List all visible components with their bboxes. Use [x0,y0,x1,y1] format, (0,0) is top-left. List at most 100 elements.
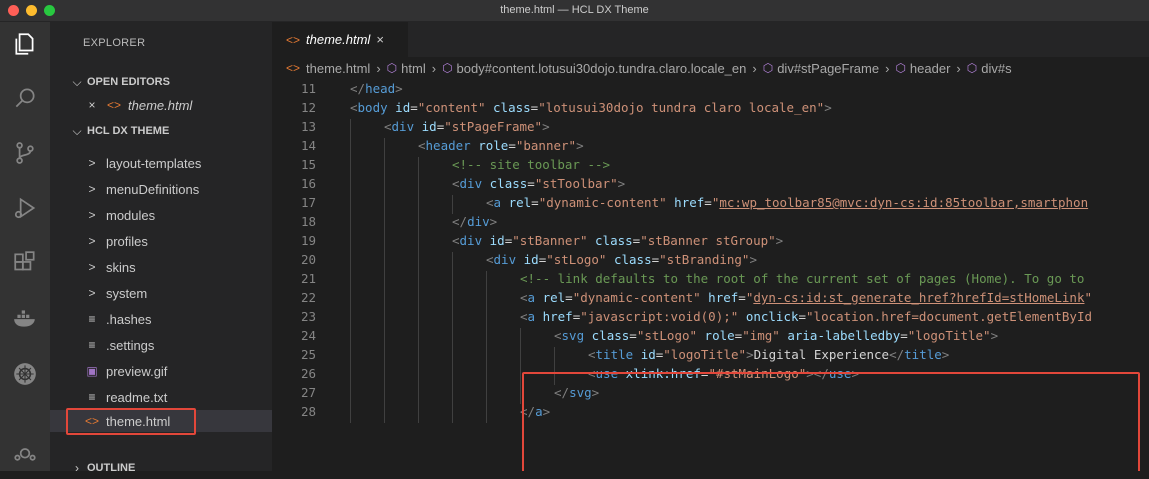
line-number: 24 [300,328,316,343]
breadcrumb-item[interactable]: html [401,61,426,76]
code-token: id [421,119,437,134]
code-line[interactable]: 23 <a href="javascript:void(0);" onclick=… [272,307,1149,328]
element-icon: ⬡ [762,61,774,75]
code-line[interactable]: 14 <header role="banner"> [272,136,1149,157]
chevron-right-icon: › [75,461,79,475]
tree-item-label: .hashes [106,311,152,327]
code-line[interactable]: 25 <title id="logoTitle">Digital Experien… [272,345,1149,366]
docker-icon[interactable] [0,296,50,340]
folder-layout-templates[interactable]: > layout-templates [50,152,272,174]
line-number: 27 [300,385,316,400]
code-token: <!-- site toolbar --> [452,157,611,172]
folder-skins[interactable]: > skins [50,256,272,278]
text-file-icon: ≡ [88,338,96,352]
code-content: <a rel="dynamic-content" href="mc:wp_too… [350,195,1088,214]
code-line[interactable]: 24 <svg class="stLogo" role="img" aria-la… [272,326,1149,347]
chevron-right-icon: › [376,60,381,76]
file-hashes[interactable]: ≡ .hashes [50,308,272,330]
file-settings[interactable]: ≡ .settings [50,334,272,356]
code-token: > [489,214,498,229]
explorer-icon[interactable] [0,22,50,66]
code-token: = [704,195,712,210]
breadcrumb-item[interactable]: div#s [981,61,1011,76]
code-token: id [523,252,539,267]
code-token: href [708,290,739,305]
extensions-icon[interactable] [0,241,50,285]
image-file-icon: ▣ [86,364,98,378]
explorer-sidebar: EXPLORER ⌵ OPEN EDITORS × <> theme.html … [50,22,272,475]
workspace-folder-label: HCL DX THEME [87,125,170,137]
line-number: 20 [300,252,316,267]
code-token: < [452,233,460,248]
code-content: </div> [350,214,498,233]
code-line[interactable]: 19 <div id="stBanner" class="stBanner stG… [272,231,1149,252]
search-icon[interactable] [0,76,50,120]
code-token: = [527,176,535,191]
code-token: > [746,347,754,362]
run-debug-icon[interactable] [0,186,50,230]
code-token: svg [561,328,592,343]
code-token: title [595,347,641,362]
code-token: "stBranding" [659,252,750,267]
code-line[interactable]: 12 <body id="content" class="lotusui30doj… [272,98,1149,117]
file-readme-txt[interactable]: ≡ readme.txt [50,386,272,408]
code-token: < [520,290,528,305]
line-number: 11 [300,81,316,96]
code-line[interactable]: 21 <!-- link defaults to the root of the … [272,269,1149,290]
kubernetes-icon[interactable] [0,352,50,396]
hcl-dx-theme-section[interactable]: ⌵ HCL DX THEME [50,120,272,142]
source-control-icon[interactable] [0,131,50,175]
code-content: <!-- site toolbar --> [350,157,611,176]
open-editors-section[interactable]: ⌵ OPEN EDITORS [50,71,272,93]
code-line[interactable]: 15 <!-- site toolbar --> [272,155,1149,176]
code-token: > [395,81,403,96]
code-token: div [391,119,422,134]
code-line[interactable]: 18 </div> [272,212,1149,233]
folder-profiles[interactable]: > profiles [50,230,272,252]
code-token: < [554,328,562,343]
code-token: = [531,195,539,210]
code-line[interactable]: 20 <div id="stLogo" class="stBranding"> [272,250,1149,271]
code-line[interactable]: 13 <div id="stPageFrame"> [272,117,1149,138]
code-token: < [418,138,426,153]
code-token: "stLogo" [636,328,705,343]
file-preview-gif[interactable]: ▣ preview.gif [50,360,272,382]
code-content: </a> [350,404,550,423]
open-editor-item-theme-html[interactable]: × <> theme.html [50,94,272,116]
outline-section[interactable]: › OUTLINE [50,457,272,479]
breadcrumb-item[interactable]: theme.html [306,61,370,76]
breadcrumb-item[interactable]: div#stPageFrame [777,61,879,76]
breadcrumb-item[interactable]: header [910,61,950,76]
tree-item-label: .settings [106,337,155,353]
folder-menu-definitions[interactable]: > menuDefinitions [50,178,272,200]
code-token: = [629,328,637,343]
code-line[interactable]: 11 </head> [272,79,1149,98]
code-line[interactable]: 16 <div class="stToolbar"> [272,174,1149,195]
code-content: <!-- link defaults to the root of the cu… [350,271,1085,290]
code-line[interactable]: 17 <a rel="dynamic-content" href="mc:wp_t… [272,193,1149,214]
code-token: "lotusui30dojo tundra claro locale_en" [538,100,825,115]
code-token: < [452,176,460,191]
breadcrumb-item[interactable]: body#content.lotusui30dojo.tundra.claro.… [457,61,747,76]
chevron-right-icon: › [956,60,961,76]
tab-theme-html[interactable]: <> theme.html × [272,22,408,57]
code-token: class [493,100,531,115]
close-icon[interactable]: × [376,32,384,47]
code-token: div [493,252,524,267]
editor-area: <> theme.html × <> theme.html › ⬡ html › … [272,22,1149,471]
tree-item-label: layout-templates [106,155,202,171]
code-token: a [527,309,543,324]
code-token: <!-- link defaults to the root of the cu… [520,271,1085,286]
folder-modules[interactable]: > modules [50,204,272,226]
code-content: </head> [350,81,403,96]
folder-system[interactable]: > system [50,282,272,304]
chevron-right-icon: > [88,182,96,196]
tree-item-label: readme.txt [106,389,168,405]
line-number: 15 [300,157,316,172]
code-token: div [467,214,490,229]
code-line[interactable]: 22 <a rel="dynamic-content" href="dyn-cs:… [272,288,1149,309]
close-icon[interactable]: × [84,98,100,112]
accounts-icon[interactable] [0,427,50,471]
code-token: = [410,100,418,115]
line-number: 25 [300,347,316,362]
